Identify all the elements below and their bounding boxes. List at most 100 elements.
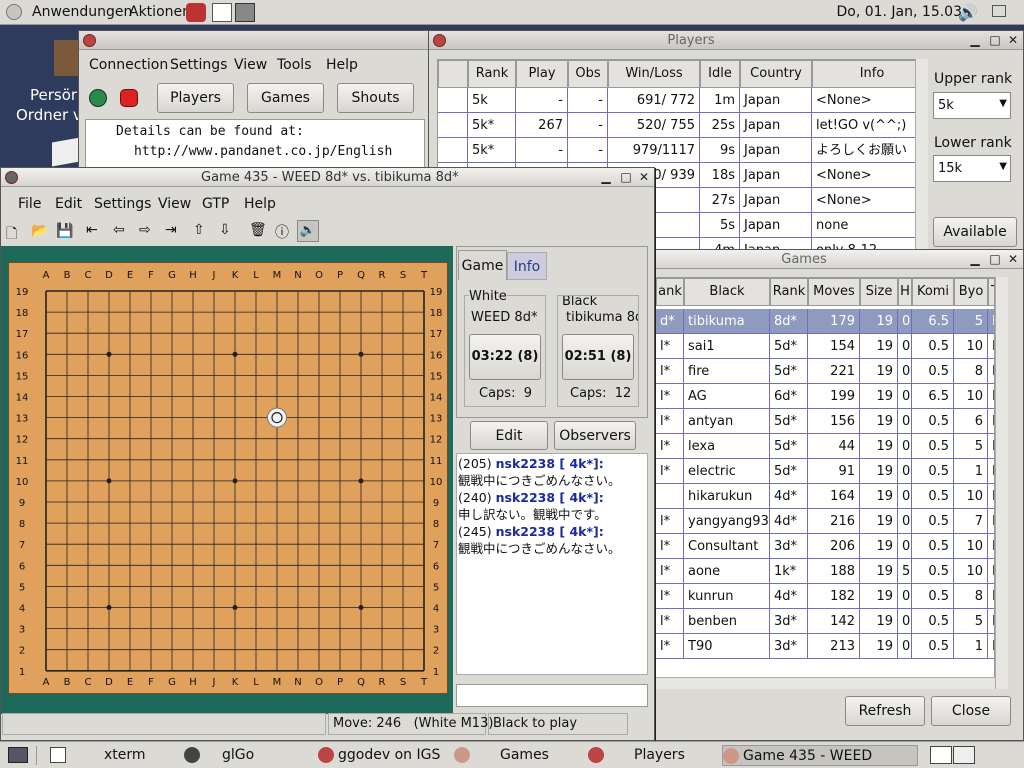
refresh-button[interactable]: Refresh — [845, 696, 925, 726]
maximize-icon[interactable]: □ — [987, 252, 1003, 267]
players-header[interactable]: Win/Loss — [608, 60, 700, 88]
shouts-button[interactable]: Shouts — [337, 83, 414, 113]
last-move-icon[interactable]: ⇥ — [165, 222, 177, 238]
actions-menu[interactable]: Aktionen — [129, 4, 191, 20]
games-header[interactable]: Moves — [808, 278, 860, 306]
maximize-icon[interactable]: □ — [618, 170, 634, 185]
menu-help[interactable]: Help — [244, 196, 276, 212]
book-icon[interactable] — [52, 137, 80, 167]
sound-icon[interactable]: 🔊 — [297, 220, 319, 242]
games-scrollbar-horizontal[interactable] — [655, 677, 995, 689]
terminal-icon[interactable] — [235, 3, 255, 22]
players-header[interactable] — [438, 60, 468, 88]
games-header[interactable]: H — [898, 278, 912, 306]
show-desktop-icon[interactable] — [8, 747, 28, 763]
menu-connection[interactable]: Connection — [89, 57, 168, 73]
menu-tools[interactable]: Tools — [277, 57, 312, 73]
menu-view[interactable]: View — [158, 196, 191, 212]
game-titlebar[interactable]: Game 435 - WEED 8d* vs. tibikuma 8d* ▁ □… — [1, 168, 654, 187]
games-scrollbar-vertical[interactable] — [995, 277, 1008, 689]
igs-titlebar[interactable] — [79, 31, 429, 50]
close-icon[interactable]: ✕ — [1005, 33, 1021, 48]
previous-move-icon[interactable]: ⇦ — [113, 222, 125, 238]
next-move-icon[interactable]: ⇨ — [139, 222, 151, 238]
save-icon[interactable]: 💾 — [56, 223, 73, 239]
taskbar-item-games[interactable]: Games — [454, 745, 584, 766]
menu-settings[interactable]: Settings — [94, 196, 151, 212]
edit-button[interactable]: Edit — [470, 421, 548, 450]
players-button[interactable]: Players — [157, 83, 234, 113]
clock[interactable]: Do, 01. Jan, 15.03 — [836, 4, 962, 20]
games-header[interactable]: T — [988, 278, 994, 306]
window-list-icon[interactable] — [992, 5, 1006, 17]
minimize-icon[interactable]: ▁ — [967, 252, 983, 267]
taskbar-item-glgo[interactable]: glGo — [184, 745, 314, 766]
open-icon[interactable]: 📂 — [31, 223, 48, 239]
games-header[interactable]: ank — [656, 278, 684, 306]
info-icon[interactable]: ⓘ — [275, 222, 289, 242]
workspace-2[interactable] — [953, 746, 975, 764]
delete-icon[interactable]: 🗑 — [249, 222, 267, 238]
players-header[interactable]: Play — [516, 60, 568, 88]
mail-icon[interactable] — [186, 3, 206, 22]
go-board[interactable]: A A B B C C D D E E F F G G H H J J K K L L M M N N O O P P Q Q R R S S T T 19… — [8, 262, 448, 694]
tab-info[interactable]: Info — [507, 252, 547, 280]
new-icon[interactable]: 🗋 — [6, 223, 17, 247]
desktop-home-label-2[interactable]: Ordner v — [16, 106, 82, 124]
games-header[interactable]: Komi — [912, 278, 954, 306]
minimize-icon[interactable]: ▁ — [967, 33, 983, 48]
workspace-1[interactable] — [930, 746, 952, 764]
players-header[interactable]: Rank — [468, 60, 516, 88]
taskbar-item-players[interactable]: Players — [588, 745, 718, 766]
players-header[interactable]: Country — [740, 60, 812, 88]
menu-edit[interactable]: Edit — [55, 196, 82, 212]
players-header[interactable]: Obs — [568, 60, 608, 88]
games-titlebar[interactable]: Games ▁ □ ✕ — [655, 250, 1023, 269]
players-scrollbar[interactable] — [915, 59, 928, 251]
chat-input[interactable] — [456, 684, 648, 707]
menu-file[interactable]: File — [18, 196, 41, 212]
games-cell: 7 — [954, 509, 988, 534]
menu-help[interactable]: Help — [326, 57, 358, 73]
board-row-label: 13 — [430, 414, 443, 425]
foot-icon[interactable] — [6, 4, 22, 20]
taskbar-item-game-435[interactable]: Game 435 - WEED — [722, 745, 918, 766]
players-titlebar[interactable]: Players ▁ □ ✕ — [429, 31, 1023, 50]
available-button[interactable]: Available — [933, 217, 1017, 247]
games-cell: hikarukun — [684, 484, 770, 509]
taskbar-item-ggodev[interactable]: ggodev on IGS — [318, 745, 448, 766]
games-header[interactable]: Black — [684, 278, 770, 306]
maximize-icon[interactable]: □ — [987, 33, 1003, 48]
board-column-label: P — [337, 677, 343, 688]
volume-icon[interactable]: 🔊 — [958, 3, 978, 22]
white-stone-last-move[interactable] — [267, 407, 287, 428]
games-header[interactable]: Rank — [770, 278, 808, 306]
games-button[interactable]: Games — [247, 83, 324, 113]
minimize-icon[interactable]: ▁ — [598, 170, 614, 185]
players-header[interactable]: Idle — [700, 60, 740, 88]
menu-gtp[interactable]: GTP — [202, 196, 229, 212]
games-header[interactable]: Byo — [954, 278, 988, 306]
console-output[interactable]: Details can be found at: http://www.pand… — [85, 119, 425, 171]
close-icon[interactable]: ✕ — [636, 170, 652, 185]
menu-view[interactable]: View — [234, 57, 267, 73]
desktop-home-label[interactable]: Persör — [30, 86, 77, 104]
games-header[interactable]: Size — [860, 278, 898, 306]
close-button[interactable]: Close — [931, 696, 1011, 726]
connect-icon[interactable] — [89, 89, 107, 107]
variation-up-icon[interactable]: ⇧ — [193, 222, 205, 238]
upper-rank-select[interactable]: 5k ▼ — [933, 92, 1011, 119]
tab-game[interactable]: Game — [458, 250, 507, 280]
first-move-icon[interactable]: ⇤ — [86, 222, 98, 238]
home-icon[interactable] — [212, 3, 232, 22]
taskbar-item-xterm[interactable]: xterm — [50, 745, 180, 766]
lower-rank-select[interactable]: 15k ▼ — [933, 155, 1011, 182]
applications-menu[interactable]: Anwendungen — [32, 4, 132, 20]
players-header[interactable]: Info — [812, 60, 916, 88]
games-table[interactable]: ankBlackRankMovesSizeHKomiByoTd*tibikuma… — [655, 277, 995, 689]
disconnect-icon[interactable] — [120, 89, 138, 107]
close-icon[interactable]: ✕ — [1005, 252, 1021, 267]
observers-button[interactable]: Observers — [554, 421, 636, 450]
menu-settings[interactable]: Settings — [170, 57, 227, 73]
variation-down-icon[interactable]: ⇩ — [219, 222, 231, 238]
